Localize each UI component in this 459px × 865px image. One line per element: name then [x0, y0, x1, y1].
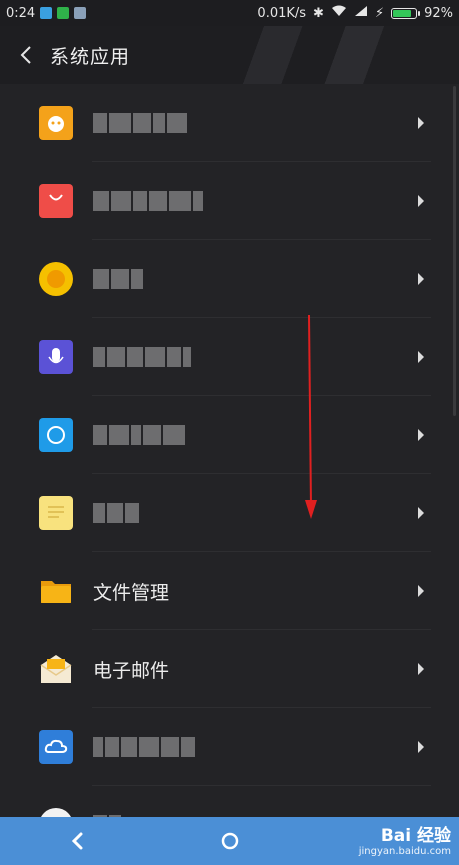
list-item[interactable] [0, 474, 459, 552]
chevron-right-icon [418, 429, 424, 441]
notes-icon [39, 496, 73, 530]
chevron-right-icon [418, 273, 424, 285]
screenshot-icon [74, 7, 87, 19]
list-item-email[interactable]: 电子邮件 [0, 630, 459, 708]
folder-icon [39, 574, 73, 608]
charging-icon: ⚡ [374, 5, 385, 21]
net-speed: 0.01K/s [257, 5, 307, 21]
app-label: 电子邮件 [93, 659, 170, 682]
app-label [93, 503, 139, 523]
app-label [93, 191, 203, 211]
app-label [93, 113, 187, 133]
list-item[interactable] [0, 162, 459, 240]
wifi-icon [331, 5, 347, 21]
list-item-file-manager[interactable]: 文件管理 [0, 552, 459, 630]
status-bar: 0:24 0.01K/s ✱ ⚡ 92% [0, 0, 459, 26]
list-item[interactable] [0, 84, 459, 162]
app-header: 系统应用 [0, 26, 459, 84]
shopping-bag-icon [39, 184, 73, 218]
app-label [93, 269, 143, 289]
nav-home-icon[interactable] [219, 830, 241, 852]
chevron-right-icon [418, 117, 424, 129]
chevron-right-icon [418, 195, 424, 207]
mail-icon [39, 652, 73, 686]
frog-icon [57, 7, 70, 19]
chevron-right-icon [418, 585, 424, 597]
app-label [93, 425, 185, 445]
navigation-bar: Bai 经验 jingyan.baidu.com [0, 817, 459, 865]
page-title: 系统应用 [50, 45, 131, 68]
cloud-icon [39, 730, 73, 764]
scrollbar[interactable] [453, 86, 456, 416]
list-item[interactable] [0, 396, 459, 474]
orange-monster-icon [39, 106, 73, 140]
battery-percent: 92% [424, 5, 453, 21]
chevron-right-icon [418, 351, 424, 363]
watermark: Bai 经验 jingyan.baidu.com [359, 821, 451, 857]
bluetooth-icon: ✱ [313, 5, 324, 21]
app-label [93, 347, 191, 367]
app-icon [39, 808, 73, 817]
list-item[interactable] [0, 240, 459, 318]
chevron-left-icon [20, 46, 31, 64]
battery-icon [391, 7, 421, 19]
list-item[interactable] [0, 708, 459, 786]
nav-back-icon[interactable] [66, 829, 90, 853]
download-icon [40, 7, 53, 19]
chevron-right-icon [418, 741, 424, 753]
watermark-brand: Bai 经验 [380, 826, 451, 846]
yellow-circle-icon [39, 262, 73, 296]
microphone-icon [39, 340, 73, 374]
chevron-right-icon [418, 507, 424, 519]
app-list: 文件管理 电子邮件 [0, 84, 459, 817]
app-label [93, 737, 195, 757]
signal-icon [354, 5, 368, 21]
status-time: 0:24 [6, 5, 36, 21]
list-item[interactable] [0, 786, 459, 817]
watermark-url: jingyan.baidu.com [358, 846, 451, 857]
chevron-right-icon [418, 663, 424, 675]
back-button[interactable] [4, 26, 48, 84]
app-label: 文件管理 [93, 581, 170, 604]
compass-icon [39, 418, 73, 452]
list-item[interactable] [0, 318, 459, 396]
